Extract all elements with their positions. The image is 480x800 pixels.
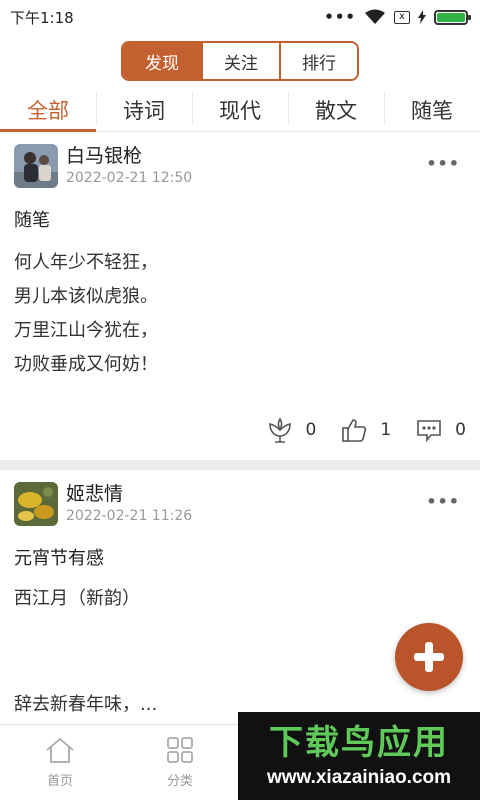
- flower-icon: [268, 417, 291, 443]
- poem-line: 何人年少不轻狂，: [14, 252, 158, 273]
- category-tabs: 全部 诗词 现代 散文 随笔: [0, 88, 480, 132]
- author-name[interactable]: 白马银枪: [66, 144, 192, 168]
- post-subtitle: 西江月（新韵）: [14, 588, 140, 609]
- nav-category[interactable]: 分类: [120, 725, 240, 800]
- tab-poetry[interactable]: 诗词: [96, 88, 192, 131]
- comment-count: 0: [455, 420, 466, 440]
- post-time: 2022-02-21 12:50: [66, 170, 193, 186]
- status-icons: ••• x: [324, 8, 471, 26]
- post-actions: 0 1 0: [14, 406, 466, 454]
- thumbs-up-icon: [342, 419, 367, 442]
- plus-icon: [414, 642, 444, 672]
- more-options-icon[interactable]: •••: [426, 492, 460, 511]
- poem-line: 万里江山今犹在，: [14, 320, 158, 341]
- battery-icon: [434, 9, 471, 25]
- post-title: 随笔: [14, 210, 50, 231]
- comment-icon: [417, 420, 441, 443]
- watermark-title: 下载鸟应用: [269, 723, 449, 763]
- post-meta: 白马银枪 2022-02-21 12:50: [66, 144, 192, 186]
- segment-discover[interactable]: 发现: [123, 43, 201, 79]
- status-time: 下午1:18: [10, 8, 74, 27]
- tab-prose[interactable]: 散文: [288, 88, 384, 131]
- flower-button[interactable]: 0: [266, 416, 317, 444]
- more-options-icon[interactable]: •••: [426, 154, 460, 173]
- status-bar: 下午1:18 ••• x: [0, 0, 480, 34]
- author-name[interactable]: 姬悲情: [66, 482, 192, 506]
- post-divider: [0, 460, 480, 470]
- post-time: 2022-02-21 11:26: [66, 508, 193, 524]
- poem-line: 男儿本该似虎狼。: [14, 286, 158, 307]
- nav-category-label: 分类: [166, 774, 193, 789]
- post-title: 元宵节有感: [14, 548, 104, 569]
- tab-modern[interactable]: 现代: [192, 88, 288, 131]
- flower-count: 0: [305, 420, 317, 440]
- charging-icon: [418, 10, 426, 24]
- segmented-control: 发现 关注 排行: [121, 41, 359, 81]
- segment-following[interactable]: 关注: [201, 43, 279, 79]
- tab-all[interactable]: 全部: [0, 88, 96, 132]
- avatar[interactable]: [14, 482, 58, 526]
- segment-ranking[interactable]: 排行: [279, 43, 357, 79]
- watermark-url: www.xiazainiao.com: [266, 767, 452, 788]
- post-body: 何人年少不轻狂， 男儿本该似虎狼。 万里江山今犹在， 功败垂成又何妨！: [14, 246, 466, 382]
- grid-icon: [167, 737, 193, 763]
- poem-line: 功败垂成又何妨！: [14, 354, 158, 375]
- post-header: 白马银枪 2022-02-21 12:50: [14, 144, 466, 188]
- post-header: 姬悲情 2022-02-21 11:26: [14, 482, 466, 526]
- post-meta: 姬悲情 2022-02-21 11:26: [66, 482, 192, 524]
- like-button[interactable]: 1: [340, 416, 391, 444]
- watermark: 下载鸟应用 www.xiazainiao.com: [238, 712, 480, 800]
- no-sim-icon: x: [394, 10, 410, 24]
- home-icon: [46, 737, 74, 763]
- notification-dots-icon: •••: [324, 8, 356, 26]
- like-count: 1: [380, 420, 392, 440]
- post-card[interactable]: 白马银枪 2022-02-21 12:50 ••• 随笔 何人年少不轻狂， 男儿…: [0, 132, 480, 454]
- wifi-icon: [365, 9, 385, 24]
- tab-essay[interactable]: 随笔: [384, 88, 480, 131]
- nav-home[interactable]: 首页: [0, 725, 120, 800]
- comment-button[interactable]: 0: [415, 416, 466, 444]
- add-post-button[interactable]: [395, 623, 463, 691]
- feed-switcher: 发现 关注 排行: [0, 34, 480, 88]
- avatar[interactable]: [14, 144, 58, 188]
- nav-home-label: 首页: [46, 774, 73, 789]
